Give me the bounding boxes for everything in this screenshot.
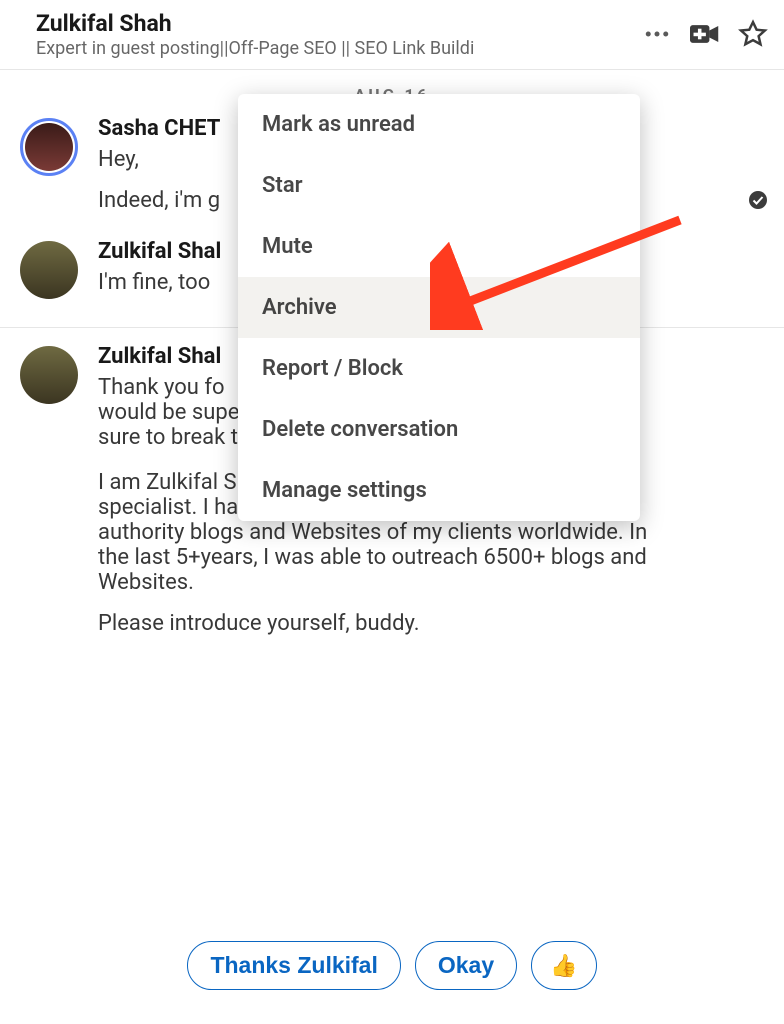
more-icon[interactable] (642, 19, 672, 49)
overflow-menu: Mark as unread Star Mute Archive Report … (238, 94, 640, 521)
quick-reply-thanks[interactable]: Thanks Zulkifal (187, 941, 400, 990)
header-text[interactable]: Zulkifal Shah Expert in guest posting||O… (36, 10, 634, 59)
avatar[interactable] (20, 241, 78, 299)
chat-header: Zulkifal Shah Expert in guest posting||O… (0, 0, 784, 70)
menu-item-mute[interactable]: Mute (238, 216, 640, 277)
menu-item-mark-unread[interactable]: Mark as unread (238, 94, 640, 155)
header-subtitle: Expert in guest posting||Off-Page SEO ||… (36, 38, 556, 59)
menu-item-archive[interactable]: Archive (238, 277, 640, 338)
quick-reply-okay[interactable]: Okay (415, 941, 517, 990)
avatar[interactable] (20, 346, 78, 404)
menu-item-report-block[interactable]: Report / Block (238, 338, 640, 399)
message-line: Thank you fo (98, 375, 225, 400)
read-status-icon (748, 190, 768, 214)
quick-reply-thumbs-up[interactable]: 👍 (531, 941, 596, 990)
quick-replies: Thanks Zulkifal Okay 👍 (0, 931, 784, 1000)
avatar[interactable] (20, 118, 78, 176)
header-actions (642, 19, 768, 49)
menu-item-manage-settings[interactable]: Manage settings (238, 460, 640, 521)
header-title: Zulkifal Shah (36, 10, 634, 38)
menu-item-delete-conversation[interactable]: Delete conversation (238, 399, 640, 460)
video-plus-icon[interactable] (690, 19, 720, 49)
message-line: Please introduce yourself, buddy. (98, 611, 658, 636)
star-icon[interactable] (738, 19, 768, 49)
menu-item-star[interactable]: Star (238, 155, 640, 216)
